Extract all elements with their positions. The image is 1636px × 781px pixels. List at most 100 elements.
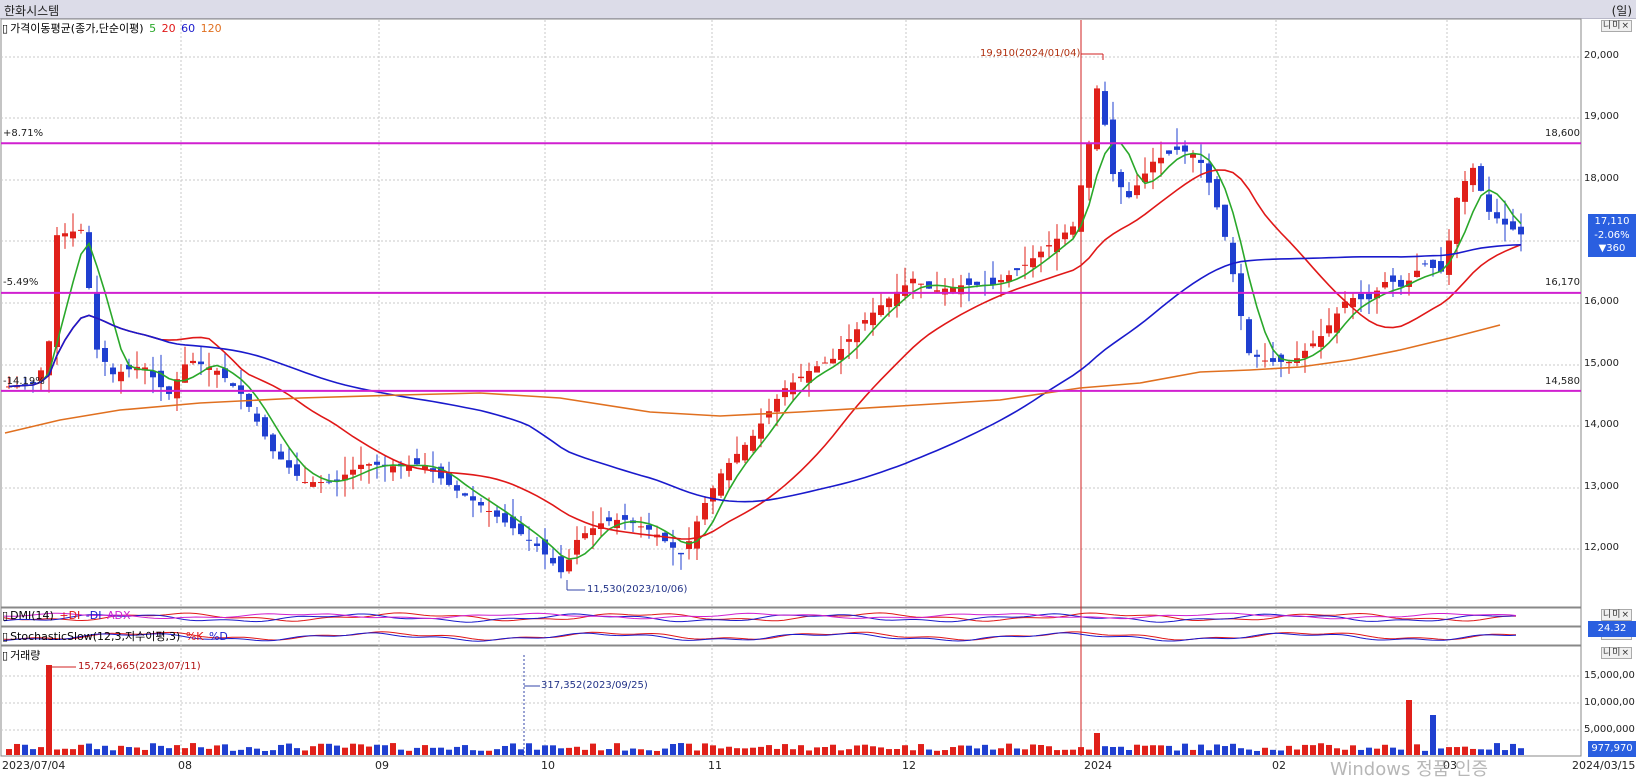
price-panel-controls[interactable]: 니미× — [1600, 20, 1632, 32]
candle-body — [878, 305, 884, 316]
candle-body — [574, 539, 580, 555]
price-tick-15000: 15,000 — [1584, 358, 1619, 369]
candle-body — [374, 461, 380, 465]
volume-panel-ctrl[interactable]: 니미× — [1600, 647, 1632, 659]
volume-bar — [382, 745, 388, 755]
volume-bar — [694, 750, 700, 755]
volume-bar — [1326, 744, 1332, 755]
volume-bar — [1510, 743, 1516, 755]
candle-body — [934, 290, 940, 292]
candle-body — [966, 278, 972, 285]
candle-body — [118, 371, 124, 382]
candle-body — [582, 533, 588, 539]
volume-bar — [622, 750, 628, 755]
volume-bar — [1406, 700, 1412, 755]
volume-bar — [814, 747, 820, 755]
x-tick-end: 2024/03/15 — [1572, 759, 1636, 772]
x-tick-02: 02 — [1272, 759, 1286, 772]
candle-body — [1430, 259, 1436, 268]
candle-body — [1158, 157, 1164, 164]
candle-body — [918, 283, 924, 285]
volume-bar — [782, 744, 788, 755]
candle-body — [846, 339, 852, 342]
dmi-adx-label: ADX — [106, 609, 131, 622]
volume-legend[interactable]: ▯ 거래량 — [2, 647, 42, 663]
volume-bar — [854, 745, 860, 755]
volume-bar — [254, 748, 260, 755]
price-tick-19000: 19,000 — [1584, 111, 1619, 122]
candle-body — [870, 312, 876, 326]
volume-bar — [550, 745, 556, 755]
candle-body — [318, 482, 324, 484]
candle-body — [910, 278, 916, 284]
candle-body — [214, 370, 220, 375]
candle-body — [366, 464, 372, 466]
volume-bar — [630, 748, 636, 755]
candle-body — [606, 517, 612, 522]
volume-bar — [150, 743, 156, 755]
volume-bar — [734, 748, 740, 755]
windows-watermark: Windows 정품 인증 — [1330, 759, 1489, 780]
volume-bar — [110, 750, 116, 755]
vol-low-annotation: 317,352(2023/09/25) — [541, 680, 648, 691]
volume-bar — [702, 743, 708, 755]
price-tick-18000: 18,000 — [1584, 173, 1619, 184]
dmi-legend[interactable]: ▯ DMI(14) +DI -DI ADX — [2, 609, 133, 622]
volume-bar — [878, 747, 884, 755]
dmi-panel-controls[interactable]: 니미× — [1600, 609, 1632, 621]
candle-body — [526, 539, 532, 541]
x-tick-start: 2023/07/04 — [2, 759, 66, 772]
ma5-label: 5 — [149, 22, 157, 35]
volume-bar — [390, 743, 396, 755]
candle-body — [1270, 358, 1276, 362]
volume-bar — [158, 745, 164, 755]
candle-body — [86, 232, 92, 288]
volume-bar — [318, 743, 324, 755]
candle-body — [1382, 281, 1388, 288]
volume-legend-icon: ▯ — [2, 649, 9, 662]
volume-bar — [726, 746, 732, 755]
candle-body — [590, 528, 596, 536]
candle-body — [1454, 197, 1460, 244]
x-tick-08: 08 — [178, 759, 192, 772]
volume-bar — [1014, 748, 1020, 755]
candle-body — [494, 510, 500, 517]
volume-bar — [486, 750, 492, 755]
volume-bar — [230, 750, 236, 755]
price-panel-ctrl[interactable]: 니미× — [1600, 20, 1632, 32]
candle-body — [198, 361, 204, 365]
volume-panel-controls[interactable]: 니미× — [1600, 647, 1632, 659]
candle-body — [470, 496, 476, 501]
dmi-panel-ctrl[interactable]: 니미× — [1600, 609, 1632, 621]
volume-bar — [574, 746, 580, 755]
volume-bar — [806, 750, 812, 755]
volume-bar — [1054, 750, 1060, 755]
volume-bar — [78, 744, 84, 755]
volume-bar — [1310, 745, 1316, 755]
dmi-minus-label: -DI — [85, 609, 102, 622]
volume-bar — [398, 749, 404, 755]
candle-body — [1478, 166, 1484, 191]
volume-bar — [654, 750, 660, 755]
candle-body — [1070, 226, 1076, 235]
volume-bar — [1254, 750, 1260, 755]
chart-canvas[interactable] — [0, 0, 1636, 773]
volume-bar — [326, 743, 332, 755]
volume-bar — [198, 747, 204, 755]
ma20-line — [8, 169, 1522, 540]
price-legend[interactable]: ▯ 가격이동평균(종가,단순이평) 5 20 60 120 — [2, 20, 224, 36]
volume-bar — [94, 749, 100, 755]
volume-bar — [758, 746, 764, 755]
candle-body — [486, 510, 492, 512]
volume-bar — [310, 746, 316, 755]
vol-high-annotation: 15,724,665(2023/07/11) — [78, 661, 201, 672]
volume-bar — [46, 665, 52, 755]
volume-bar — [342, 747, 348, 755]
volume-bar — [1350, 745, 1356, 755]
candle-body — [790, 382, 796, 395]
stoch-legend[interactable]: ▯ StochasticSlow(12,3,지수이평,3) %K %D — [2, 628, 230, 644]
candle-body — [558, 556, 564, 573]
candle-body — [1062, 232, 1068, 240]
volume-bar — [590, 743, 596, 755]
volume-bar — [118, 745, 124, 755]
